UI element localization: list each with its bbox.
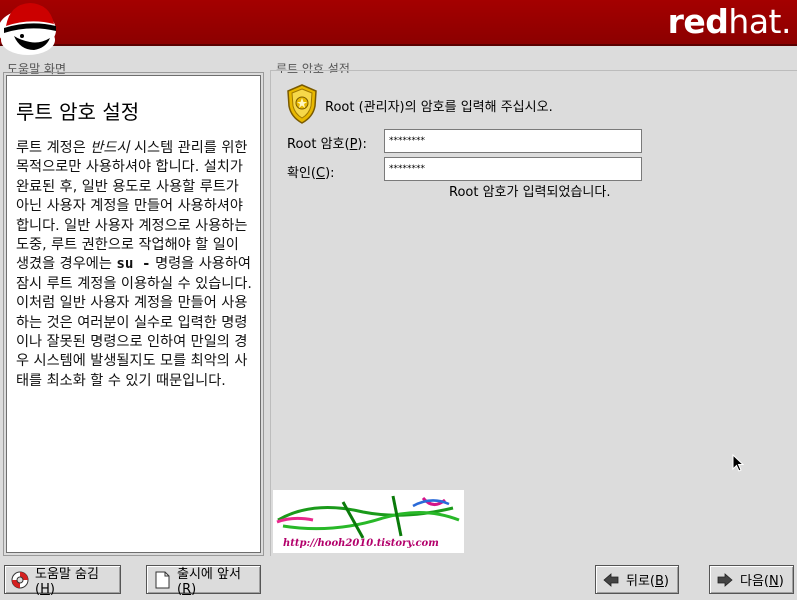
root-password-label: Root 암호(P): [287, 137, 367, 152]
header-banner: redhat. [0, 0, 797, 55]
help-title: 루트 암호 설정 [16, 100, 140, 124]
help-frame: 루트 암호 설정 루트 계정은 반드시 시스템 관리를 위한 목적으로만 사용하… [3, 72, 264, 556]
next-button[interactable]: 다음(N) [709, 565, 794, 594]
password-status: Root 암호가 입력되었습니다. [449, 185, 611, 200]
arrow-left-icon [603, 572, 619, 587]
badge-icon [287, 84, 317, 124]
watermark-url: http://hooh2010.tistory.com [283, 538, 439, 549]
redhat-brand: redhat. [667, 2, 792, 41]
lifebuoy-icon [11, 571, 29, 588]
watermark-image: http://hooh2010.tistory.com [273, 490, 464, 553]
document-icon [155, 571, 170, 588]
hide-help-button[interactable]: 도움말 숨김(H) [4, 565, 121, 597]
intro-text: Root (관리자)의 암호를 입력해 주십시오. [325, 100, 553, 115]
back-label: 뒤로(B) [626, 574, 669, 589]
hide-help-label: 도움말 숨김(H) [35, 566, 99, 597]
root-password-input[interactable] [384, 129, 642, 153]
arrow-right-icon [717, 572, 733, 587]
release-notes-label: 출시에 앞서(R) [177, 566, 241, 597]
help-panel: 루트 암호 설정 루트 계정은 반드시 시스템 관리를 위한 목적으로만 사용하… [6, 75, 261, 553]
release-notes-button[interactable]: 출시에 앞서(R) [146, 565, 261, 597]
help-emphasis: 반드시 [90, 140, 130, 156]
help-body-text: 루트 계정은 반드시 시스템 관리를 위한 목적으로만 사용하셔야 합니다. 설… [16, 140, 252, 389]
next-label: 다음(N) [740, 574, 784, 589]
mouse-cursor-icon [732, 454, 744, 472]
back-button[interactable]: 뒤로(B) [595, 565, 679, 594]
confirm-password-input[interactable] [384, 157, 642, 181]
confirm-password-label: 확인(C): [287, 166, 335, 181]
redhat-shadowman-logo-icon [0, 3, 56, 55]
help-command: su - [116, 256, 151, 273]
